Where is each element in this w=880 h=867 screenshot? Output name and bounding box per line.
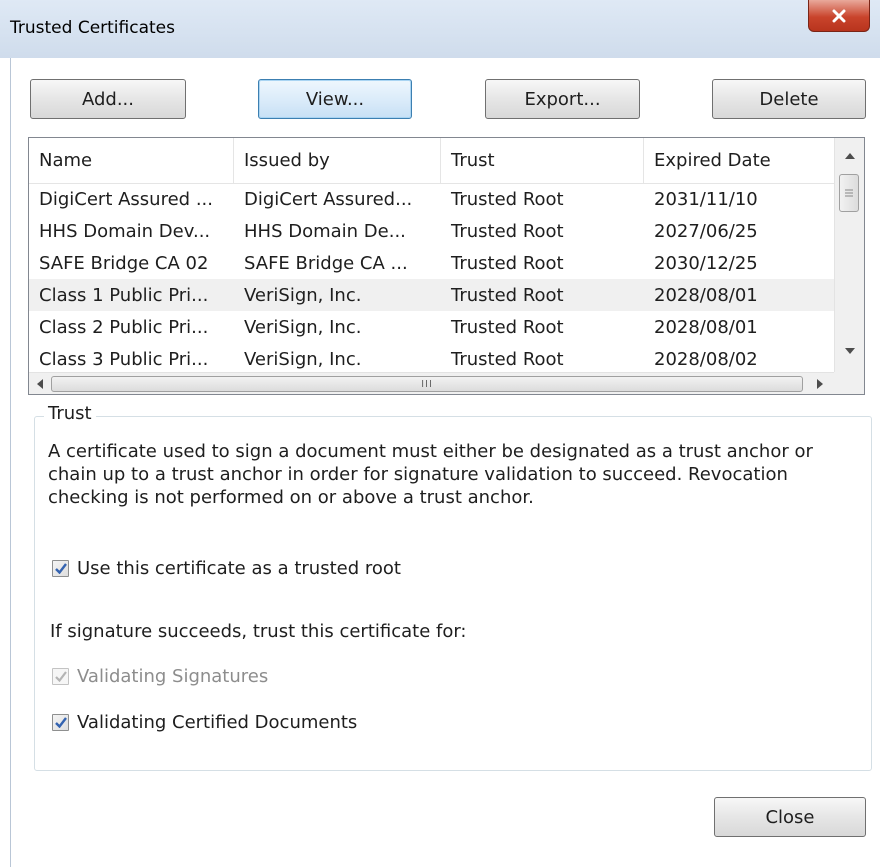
validating-signatures-option: Validating Signatures [52, 664, 268, 688]
title-bar: Trusted Certificates [0, 0, 880, 58]
cell-issued-by: VeriSign, Inc. [244, 348, 362, 370]
cell-trust: Trusted Root [451, 316, 564, 338]
cell-trust: Trusted Root [451, 252, 564, 274]
scroll-up-icon[interactable] [845, 152, 855, 159]
export-button[interactable]: Export... [485, 79, 640, 119]
cell-issued-by: VeriSign, Inc. [244, 316, 362, 338]
vertical-scrollbar[interactable] [834, 138, 864, 372]
validating-signatures-checkbox [52, 667, 69, 685]
certificate-list[interactable]: Name Issued by Trust Expired Date DigiCe… [28, 137, 865, 395]
cell-expired-date: 2028/08/01 [654, 284, 758, 306]
cell-issued-by: VeriSign, Inc. [244, 284, 362, 306]
checkmark-icon [54, 670, 67, 682]
cell-issued-by: SAFE Bridge CA ... [244, 252, 408, 274]
cell-name: Class 2 Public Pri... [39, 316, 209, 338]
horizontal-scroll-thumb[interactable]: III [51, 376, 803, 392]
add-button[interactable]: Add... [30, 79, 186, 119]
cell-expired-date: 2030/12/25 [654, 252, 758, 274]
cell-issued-by: HHS Domain De... [244, 220, 406, 242]
cell-name: Class 3 Public Pri... [39, 348, 209, 370]
if-succeeds-label: If signature succeeds, trust this certif… [50, 621, 467, 642]
close-icon [832, 9, 846, 22]
cell-trust: Trusted Root [451, 220, 564, 242]
delete-button[interactable]: Delete [712, 79, 866, 119]
table-row[interactable]: SAFE Bridge CA 02 SAFE Bridge CA ... Trust… [29, 247, 834, 279]
view-button[interactable]: View... [258, 79, 412, 119]
cell-trust: Trusted Root [451, 284, 564, 306]
use-as-trusted-root-option[interactable]: Use this certificate as a trusted root [52, 556, 401, 580]
trusted-certificates-dialog: Trusted Certificates Add... View... Expo… [0, 0, 880, 867]
use-as-trusted-root-checkbox[interactable] [52, 559, 69, 577]
scroll-down-icon[interactable] [845, 348, 855, 355]
column-header-name[interactable]: Name [29, 138, 234, 183]
use-as-trusted-root-label: Use this certificate as a trusted root [77, 557, 401, 579]
cell-trust: Trusted Root [451, 188, 564, 210]
close-button[interactable]: Close [714, 797, 866, 837]
cell-name: HHS Domain Dev... [39, 220, 211, 242]
window-title: Trusted Certificates [10, 18, 175, 38]
trust-description: A certificate used to sign a document mu… [48, 441, 813, 508]
scroll-corner [834, 372, 864, 394]
cell-expired-date: 2027/06/25 [654, 220, 758, 242]
column-header-trust[interactable]: Trust [441, 138, 644, 183]
table-row[interactable]: Class 2 Public Pri... VeriSign, Inc. Trust… [29, 311, 834, 343]
table-row[interactable]: Class 3 Public Pri... VeriSign, Inc. Trust… [29, 343, 834, 375]
column-header-issued-by[interactable]: Issued by [234, 138, 441, 183]
scroll-left-icon[interactable] [36, 379, 43, 389]
validating-signatures-label: Validating Signatures [77, 665, 269, 687]
scroll-right-icon[interactable] [817, 379, 824, 389]
table-row[interactable]: HHS Domain Dev... HHS Domain De... Trusted… [29, 215, 834, 247]
column-header-row: Name Issued by Trust Expired Date [29, 138, 834, 184]
cell-issued-by: DigiCert Assured... [244, 188, 413, 210]
cell-name: SAFE Bridge CA 02 [39, 252, 209, 274]
checkmark-icon [54, 562, 67, 574]
column-header-expired-date[interactable]: Expired Date [644, 138, 834, 183]
cell-name: DigiCert Assured ... [39, 188, 213, 210]
cell-name: Class 1 Public Pri... [39, 284, 209, 306]
window-close-button[interactable] [808, 0, 870, 32]
cell-expired-date: 2028/08/02 [654, 348, 758, 370]
validating-certified-documents-option[interactable]: Validating Certified Documents [52, 710, 357, 734]
cell-expired-date: 2031/11/10 [654, 188, 758, 210]
table-row[interactable]: Class 1 Public Pri... VeriSign, Inc. Trust… [29, 279, 834, 311]
cell-trust: Trusted Root [451, 348, 564, 370]
cell-expired-date: 2028/08/01 [654, 316, 758, 338]
table-row[interactable]: DigiCert Assured ... DigiCert Assured... T… [29, 183, 834, 215]
scroll-grip: III [421, 378, 433, 390]
horizontal-scrollbar[interactable]: III [29, 372, 834, 394]
validating-certified-documents-label: Validating Certified Documents [77, 711, 358, 733]
checkmark-icon [54, 716, 67, 728]
trust-group-legend: Trust [44, 403, 96, 424]
vertical-scroll-thumb[interactable] [839, 174, 859, 212]
validating-certified-documents-checkbox[interactable] [52, 713, 69, 731]
